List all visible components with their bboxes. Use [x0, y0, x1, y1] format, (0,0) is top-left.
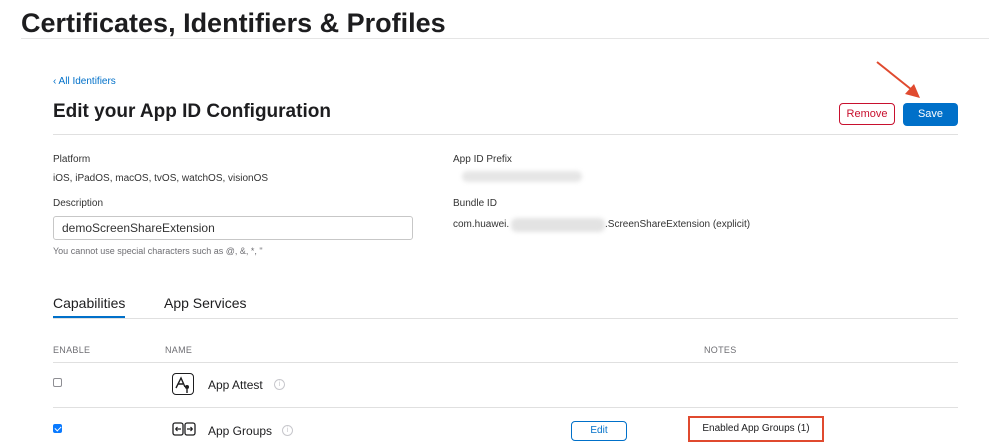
- platform-value: iOS, iPadOS, macOS, tvOS, watchOS, visio…: [53, 173, 269, 184]
- app-attest-checkbox[interactable]: [53, 378, 62, 387]
- info-icon[interactable]: i: [282, 425, 293, 436]
- bundle-id-redacted: [511, 218, 605, 232]
- app-groups-note: Enabled App Groups (1): [688, 416, 824, 442]
- active-tab-indicator: [53, 316, 125, 318]
- app-groups-edit-button[interactable]: Edit: [571, 421, 627, 441]
- app-id-prefix-label: App ID Prefix: [453, 154, 512, 165]
- table-header-divider: [53, 362, 958, 363]
- remove-button[interactable]: Remove: [839, 103, 895, 125]
- page-title: Edit your App ID Configuration: [53, 101, 331, 122]
- description-input[interactable]: demoScreenShareExtension: [53, 216, 413, 240]
- app-attest-label: App Attest: [208, 378, 263, 392]
- platform-label: Platform: [53, 154, 91, 165]
- section-divider: [53, 134, 958, 135]
- app-groups-checkbox[interactable]: [53, 424, 62, 433]
- app-id-prefix-redacted: [462, 171, 582, 182]
- description-hint: You cannot use special characters such a…: [53, 246, 263, 256]
- bundle-id-prefix: com.huawei.: [453, 219, 510, 230]
- app-groups-label: App Groups: [208, 424, 273, 438]
- app-groups-icon: [172, 421, 196, 437]
- column-header-enable: ENABLE: [53, 345, 91, 355]
- info-icon[interactable]: i: [274, 379, 285, 390]
- header-divider: [21, 38, 989, 39]
- tab-capabilities[interactable]: Capabilities: [53, 295, 125, 311]
- annotation-arrow-icon: [876, 61, 920, 98]
- save-button[interactable]: Save: [903, 103, 958, 126]
- table-row-divider: [53, 407, 958, 408]
- all-identifiers-link[interactable]: ‹ All Identifiers: [53, 76, 116, 87]
- tab-app-services[interactable]: App Services: [164, 295, 246, 311]
- column-header-name: NAME: [165, 345, 193, 355]
- app-attest-icon: [172, 373, 194, 395]
- bundle-id-suffix: .ScreenShareExtension (explicit): [605, 219, 751, 230]
- bundle-id-label: Bundle ID: [453, 198, 497, 209]
- page-header-title: Certificates, Identifiers & Profiles: [21, 8, 446, 38]
- description-label: Description: [53, 198, 104, 209]
- tabs-divider: [53, 318, 958, 319]
- column-header-notes: NOTES: [704, 345, 737, 355]
